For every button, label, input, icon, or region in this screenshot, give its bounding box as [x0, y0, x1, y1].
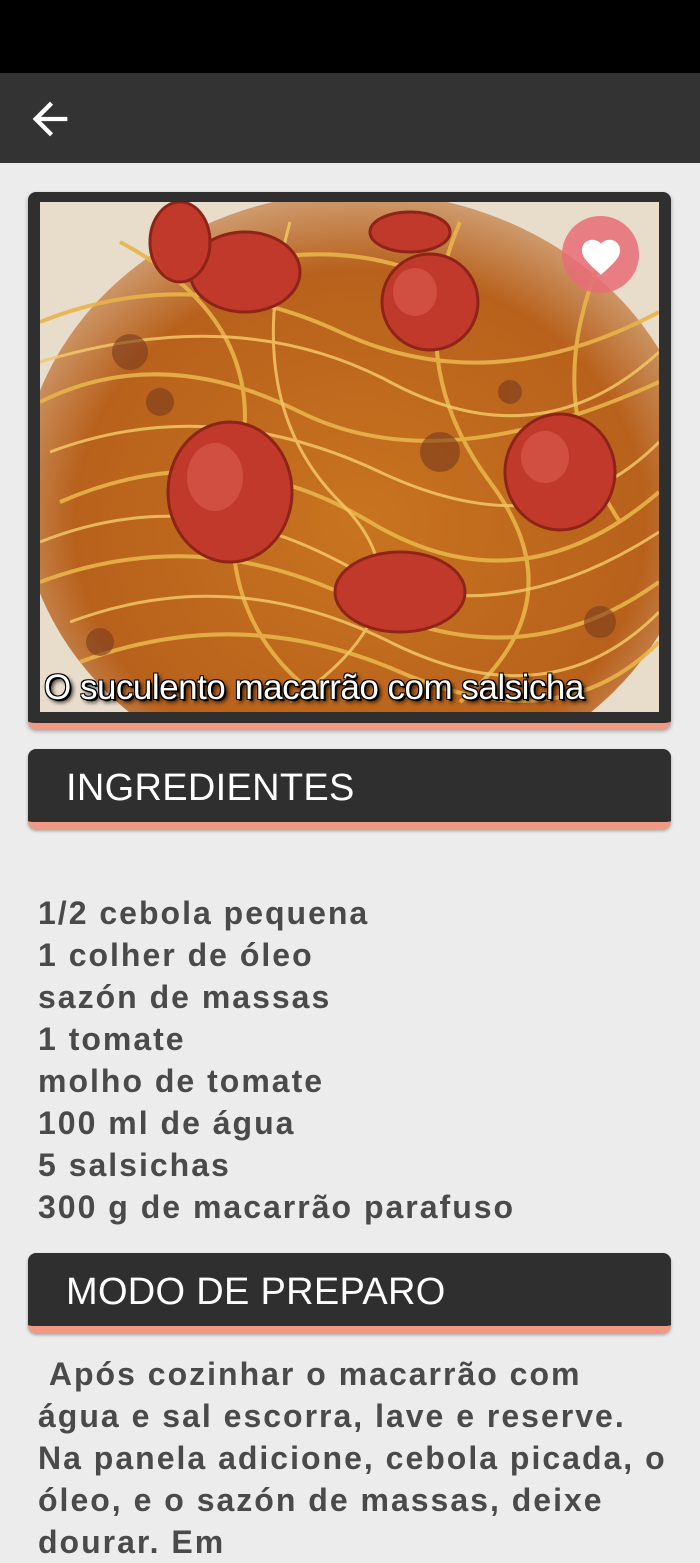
ingredient-item: 1/2 cebola pequena	[38, 895, 370, 931]
preparation-text: Após cozinhar o macarrão com água e sal …	[38, 1356, 678, 1560]
ingredients-header-label: INGREDIENTES	[66, 767, 355, 809]
ingredients-header: INGREDIENTES	[28, 749, 671, 829]
ingredient-item: 1 colher de óleo	[38, 937, 314, 973]
preparation-header: MODO DE PREPARO	[28, 1253, 671, 1333]
app-bar	[0, 73, 700, 163]
ingredient-item: sazón de massas	[38, 979, 332, 1015]
status-bar	[0, 0, 700, 73]
preparation-header-label: MODO DE PREPARO	[66, 1271, 446, 1313]
recipe-title: O suculento macarrão com salsicha	[44, 668, 584, 707]
recipe-photo: O suculento macarrão com salsicha	[40, 202, 659, 712]
heart-icon	[581, 239, 620, 275]
ingredient-item: 100 ml de água	[38, 1105, 296, 1141]
favorite-button[interactable]	[562, 216, 639, 293]
ingredient-item: 300 g de macarrão parafuso	[38, 1189, 516, 1225]
back-button[interactable]	[20, 91, 80, 147]
ingredient-item: 5 salsichas	[38, 1147, 231, 1183]
recipe-photo-card: O suculento macarrão com salsicha	[28, 192, 671, 729]
ingredient-item: 1 tomate	[38, 1021, 186, 1057]
arrow-back-icon	[32, 101, 68, 137]
ingredients-list: 1/2 cebola pequena 1 colher de óleo sazó…	[38, 892, 668, 1228]
ingredient-item: molho de tomate	[38, 1063, 325, 1099]
